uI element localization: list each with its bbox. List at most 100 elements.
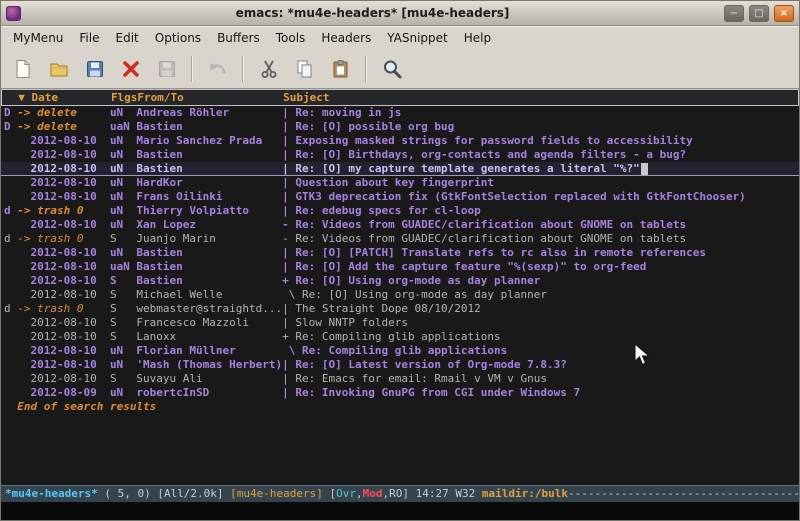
message-subject: | Question about key fingerprint — [282, 176, 799, 190]
modeline-bracket-open: [ — [323, 487, 336, 500]
menu-buffers[interactable]: Buffers — [209, 28, 268, 48]
paste-button[interactable] — [324, 53, 357, 84]
message-row[interactable]: 2012-08-09uNrobertcInSD| Re: Invoking Gn… — [1, 386, 799, 400]
message-row[interactable]: 2012-08-10uN'Mash (Thomas Herbert)| Re: … — [1, 358, 799, 372]
new-file-button[interactable] — [6, 53, 39, 84]
cut-icon — [258, 58, 280, 80]
message-mark: d — [4, 204, 17, 218]
message-date: 2012-08-10 — [17, 344, 110, 358]
mode-line[interactable]: *mu4e-headers* ( 5, 0) [All/2.0k] [mu4e-… — [1, 485, 799, 502]
modeline-readonly-indicator: RO — [389, 487, 402, 500]
message-row[interactable]: 2012-08-10uNFrans Oilinki| GTK3 deprecat… — [1, 190, 799, 204]
menu-options[interactable]: Options — [147, 28, 209, 48]
message-from: Bastien — [136, 274, 282, 288]
message-date: -> delete — [17, 120, 110, 134]
modeline-comma: , — [356, 487, 363, 500]
message-row[interactable]: 2012-08-10uNBastien| Re: [O] my capture … — [1, 162, 799, 176]
menu-headers[interactable]: Headers — [313, 28, 379, 48]
menu-edit[interactable]: Edit — [108, 28, 147, 48]
title-bar[interactable]: emacs: *mu4e-headers* [mu4e-headers] − □… — [1, 1, 799, 26]
menu-mymenu[interactable]: MyMenu — [5, 28, 71, 48]
message-mark — [4, 176, 17, 190]
search-button[interactable] — [375, 53, 408, 84]
maximize-button[interactable]: □ — [749, 5, 769, 22]
message-from: Andreas Röhler — [136, 106, 282, 120]
menu-help[interactable]: Help — [456, 28, 499, 48]
undo-button[interactable] — [201, 53, 234, 84]
cut-button[interactable] — [252, 53, 285, 84]
header-subject-column[interactable]: Subject — [283, 91, 798, 105]
header-date-column[interactable]: ▼ Date — [18, 91, 111, 105]
message-subject: | Re: [O] my capture template generates … — [282, 162, 799, 175]
undo-icon — [207, 58, 229, 80]
open-folder-button[interactable] — [42, 53, 75, 84]
message-date: 2012-08-09 — [17, 386, 110, 400]
kill-buffer-button[interactable] — [114, 53, 147, 84]
message-row[interactable]: 2012-08-10uaNBastien| Re: [O] Add the ca… — [1, 260, 799, 274]
message-row[interactable]: d-> trash 0uNThierry Volpiatto| Re: edeb… — [1, 204, 799, 218]
message-mark: D — [4, 106, 17, 120]
message-date: 2012-08-10 — [17, 190, 110, 204]
modeline-overwrite-indicator: Ovr — [336, 487, 356, 500]
message-row[interactable]: 2012-08-10uNFlorian Müllner \ Re: Compil… — [1, 344, 799, 358]
menu-tools[interactable]: Tools — [268, 28, 314, 48]
header-flags-column[interactable]: Flgs — [111, 91, 137, 105]
message-row[interactable]: 2012-08-10uNHardKor| Question about key … — [1, 176, 799, 190]
window-menu-icon[interactable] — [6, 6, 21, 21]
message-row[interactable]: 2012-08-10uNMario Sanchez Prada| Exposin… — [1, 134, 799, 148]
minimize-button[interactable]: − — [724, 5, 744, 22]
message-flags: S — [110, 302, 136, 316]
message-mark — [4, 190, 17, 204]
message-flags: uN — [110, 134, 136, 148]
message-mark — [4, 134, 17, 148]
message-from: Florian Müllner — [136, 344, 282, 358]
message-mark — [4, 372, 17, 386]
message-subject: | Re: [O] Latest version of Org-mode 7.8… — [282, 358, 799, 372]
toolbar-separator — [191, 56, 193, 82]
message-from: Thierry Volpiatto — [136, 204, 282, 218]
message-row[interactable]: 2012-08-10uNBastien| Re: [O] Birthdays, … — [1, 148, 799, 162]
menu-yasnippet[interactable]: YASnippet — [379, 28, 456, 48]
save-button[interactable] — [78, 53, 111, 84]
message-from: Bastien — [136, 260, 282, 274]
message-row[interactable]: 2012-08-10SLanoxx+ Re: Compiling glib ap… — [1, 330, 799, 344]
message-row[interactable]: d-> trash 0SJuanjo Marin- Re: Videos fro… — [1, 232, 799, 246]
copy-button[interactable] — [288, 53, 321, 84]
write-file-button[interactable] — [150, 53, 183, 84]
message-row[interactable]: 2012-08-10SSuvayu Ali| Re: Emacs for ema… — [1, 372, 799, 386]
message-row[interactable]: d-> trash 0Swebmaster@straightd...| The … — [1, 302, 799, 316]
message-date: 2012-08-10 — [17, 134, 110, 148]
message-flags: uN — [110, 246, 136, 260]
message-row[interactable]: 2012-08-10SFrancesco Mazzoli| Slow NNTP … — [1, 316, 799, 330]
modeline-time-and-window: 14:27 W32 — [416, 487, 482, 500]
message-subject: | Re: moving in js — [282, 106, 799, 120]
message-row[interactable]: 2012-08-10SMichael Welle \ Re: [O] Using… — [1, 288, 799, 302]
message-row[interactable]: 2012-08-10uNXan Lopez- Re: Videos from G… — [1, 218, 799, 232]
message-flags: uN — [110, 218, 136, 232]
header-from-column[interactable]: From/To — [137, 91, 283, 105]
message-row[interactable]: 2012-08-10SBastien+ Re: [O] Using org-mo… — [1, 274, 799, 288]
message-date: -> trash 0 — [17, 302, 110, 316]
paste-icon — [330, 58, 352, 80]
message-row[interactable]: 2012-08-10uNBastien| Re: [O] [PATCH] Tra… — [1, 246, 799, 260]
message-subject: | Exposing masked strings for password f… — [282, 134, 799, 148]
message-subject: | GTK3 deprecation fix (GtkFontSelection… — [282, 190, 799, 204]
menu-file[interactable]: File — [71, 28, 107, 48]
search-icon — [381, 58, 403, 80]
message-list: D-> deleteuNAndreas Röhler| Re: moving i… — [1, 106, 799, 400]
message-subject: | The Straight Dope 08/10/2012 — [282, 302, 799, 316]
message-flags: uaN — [110, 120, 136, 134]
open-folder-icon — [48, 58, 70, 80]
message-subject: - Re: Videos from GUADEC/clarification a… — [282, 218, 799, 232]
message-row[interactable]: D-> deleteuaNBastien| Re: [O] possible o… — [1, 120, 799, 134]
echo-area[interactable] — [1, 502, 799, 520]
close-button[interactable]: × — [774, 5, 794, 22]
toolbar-separator — [242, 56, 244, 82]
message-date: 2012-08-10 — [17, 176, 110, 190]
message-row[interactable]: D-> deleteuNAndreas Röhler| Re: moving i… — [1, 106, 799, 120]
message-subject: \ Re: [O] Using org-mode as day planner — [282, 288, 799, 302]
menu-bar: MyMenuFileEditOptionsBuffersToolsHeaders… — [1, 26, 799, 49]
message-flags: uN — [110, 386, 136, 400]
message-from: Bastien — [136, 148, 282, 162]
headers-buffer[interactable]: ▼ Date Flgs From/To Subject D-> deleteuN… — [1, 89, 799, 485]
